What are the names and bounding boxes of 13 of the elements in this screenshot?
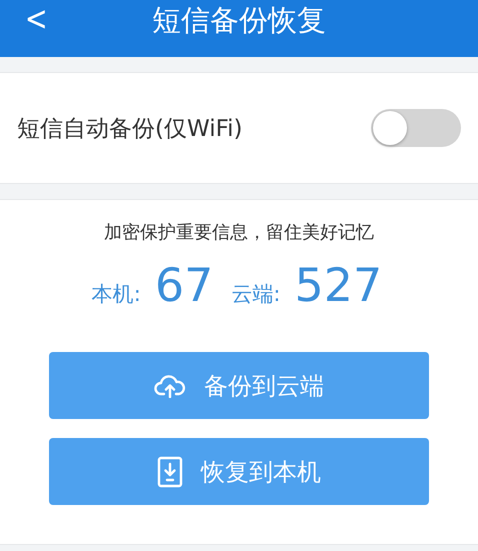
page-title: 短信备份恢复 <box>152 2 326 38</box>
count-label: 本机: <box>92 281 141 308</box>
count-value: 527 <box>294 258 382 312</box>
tagline: 加密保护重要信息，留住美好记忆 <box>104 221 374 244</box>
auto-backup-label: 短信自动备份(仅WiFi) <box>17 114 243 144</box>
restore-button[interactable]: 恢复到本机 <box>49 438 429 505</box>
toggle-switch[interactable] <box>371 109 461 147</box>
back-button[interactable]: < <box>20 2 52 36</box>
count-value: 67 <box>154 258 214 312</box>
count-label: 云端: <box>231 281 280 308</box>
cloud-upload-icon <box>154 374 186 398</box>
download-icon <box>157 456 183 488</box>
backup-button[interactable]: 备份到云端 <box>49 352 429 419</box>
